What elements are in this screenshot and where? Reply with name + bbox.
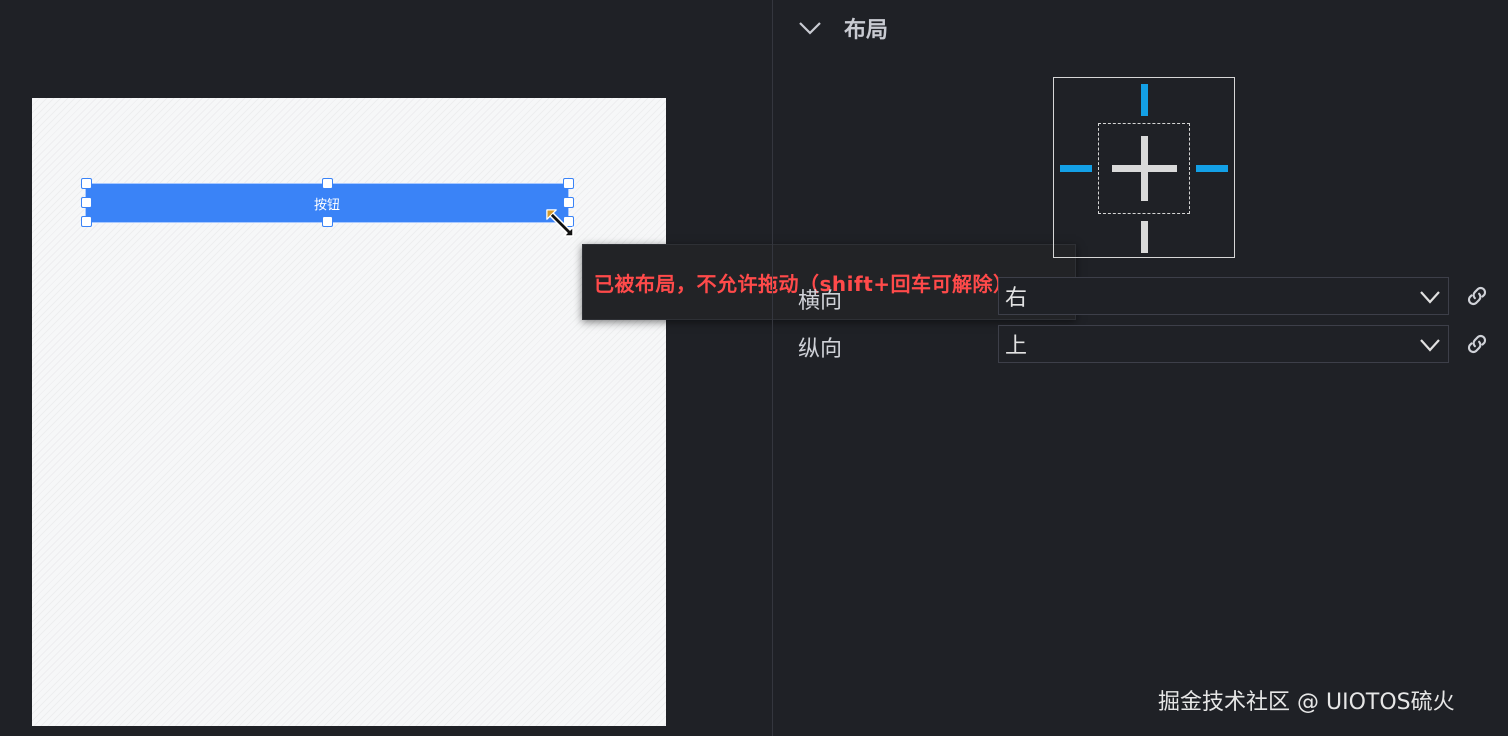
chevron-down-icon <box>1420 339 1440 352</box>
horizontal-align-row: 横向 右 <box>798 277 1498 317</box>
anchor-top[interactable] <box>1141 84 1148 116</box>
link-icon[interactable] <box>1464 331 1490 357</box>
vertical-align-value: 上 <box>1005 334 1028 359</box>
anchor-stretch-vertical[interactable] <box>1141 136 1148 201</box>
horizontal-align-select[interactable]: 右 <box>998 277 1449 315</box>
resize-handle-top[interactable] <box>322 178 333 189</box>
layout-anchor-selector[interactable] <box>1053 77 1235 258</box>
resize-handle-top-left[interactable] <box>81 178 92 189</box>
resize-cursor-icon <box>546 209 574 237</box>
watermark-text: 掘金技术社区 @ UIOTOS硫火 <box>1158 690 1455 715</box>
button-widget-label: 按钮 <box>313 197 340 213</box>
chevron-down-icon <box>799 22 821 35</box>
link-icon[interactable] <box>1464 283 1490 309</box>
app-root: 按钮 已被布局，不允许拖动（shift+回车可解除） 布局 横向 右 纵向 上 … <box>0 0 1508 736</box>
resize-handle-left[interactable] <box>81 197 92 208</box>
vertical-align-select[interactable]: 上 <box>998 325 1449 363</box>
resize-handle-top-right[interactable] <box>563 178 574 189</box>
resize-handle-bottom[interactable] <box>322 216 333 227</box>
anchor-left[interactable] <box>1060 165 1092 172</box>
resize-handle-bottom-left[interactable] <box>81 216 92 227</box>
horizontal-align-value: 右 <box>1005 286 1028 311</box>
panel-divider[interactable] <box>772 0 773 736</box>
section-title: 布局 <box>844 18 889 43</box>
anchor-bottom[interactable] <box>1141 221 1148 253</box>
horizontal-align-label: 横向 <box>798 289 843 314</box>
vertical-align-label: 纵向 <box>798 337 843 362</box>
layout-section-header[interactable]: 布局 <box>798 12 888 44</box>
vertical-align-row: 纵向 上 <box>798 325 1498 365</box>
chevron-down-icon <box>1420 291 1440 304</box>
anchor-right[interactable] <box>1196 165 1228 172</box>
